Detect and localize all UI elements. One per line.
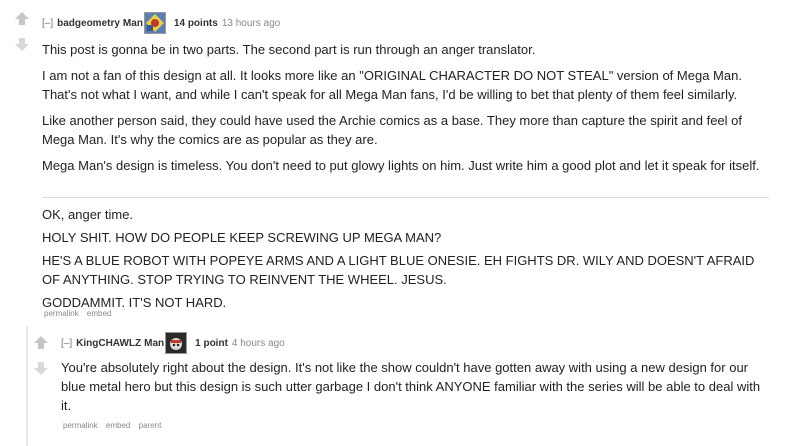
parent-link[interactable]: parent <box>139 421 162 430</box>
author-link[interactable]: KingCHAWLZ <box>76 338 141 349</box>
comment-paragraph: This post is gonna be in two parts. The … <box>42 42 536 57</box>
comment-tagline: [–] badgeometry Man 14 points 13 hours a… <box>42 12 280 34</box>
comment-paragraph: GODDAMMIT. IT'S NOT HARD. <box>42 295 227 310</box>
author-link[interactable]: badgeometry <box>57 18 120 29</box>
comment-paragraph: You're absolutely right about the design… <box>61 360 761 413</box>
comment-paragraph: OK, anger time. <box>42 207 134 222</box>
comment-body: You're absolutely right about the design… <box>61 358 773 415</box>
comment-body: This post is gonna be in two parts. The … <box>42 40 772 175</box>
author-flair-text: Man <box>122 17 143 29</box>
horizontal-rule <box>42 197 769 198</box>
permalink-link[interactable]: permalink <box>44 309 79 318</box>
thread-line <box>26 326 28 446</box>
comment-paragraph: Like another person said, they could hav… <box>42 113 743 147</box>
comment-tagline: [–] KingCHAWLZ Man 1 point 4 hours ago <box>61 332 285 354</box>
comment-paragraph: Mega Man's design is timeless. You don't… <box>42 158 760 173</box>
comment-paragraph: I am not a fan of this design at all. It… <box>42 68 742 102</box>
collapse-toggle[interactable]: [–] <box>61 338 72 349</box>
collapse-toggle[interactable]: [–] <box>42 18 53 29</box>
upvote-arrow-icon[interactable] <box>34 336 48 349</box>
upvote-arrow-icon[interactable] <box>15 12 29 25</box>
embed-link[interactable]: embed <box>106 421 130 430</box>
comment-score: 1 point <box>195 337 228 349</box>
comment-buttons: permalink embed <box>44 309 117 318</box>
flair-icon <box>165 332 188 354</box>
comment-buttons: permalink embed parent <box>63 421 167 430</box>
permalink-link[interactable]: permalink <box>63 421 98 430</box>
comment-timestamp: 13 hours ago <box>221 17 281 29</box>
flair-icon <box>143 12 166 34</box>
embed-link[interactable]: embed <box>87 309 111 318</box>
comment: [–] badgeometry Man 14 points 13 hours a… <box>0 0 800 446</box>
downvote-arrow-icon[interactable] <box>15 38 29 51</box>
comment-paragraph: HE'S A BLUE ROBOT WITH POPEYE ARMS AND A… <box>42 253 755 287</box>
downvote-arrow-icon[interactable] <box>34 362 48 375</box>
comment-score: 14 points <box>173 17 218 29</box>
comment-paragraph: HOLY SHIT. HOW DO PEOPLE KEEP SCREWING U… <box>42 230 442 245</box>
comment-timestamp: 4 hours ago <box>231 337 285 349</box>
comment-body-part2: OK, anger time. HOLY SHIT. HOW DO PEOPLE… <box>42 205 772 312</box>
author-flair-text: Man <box>144 337 165 349</box>
